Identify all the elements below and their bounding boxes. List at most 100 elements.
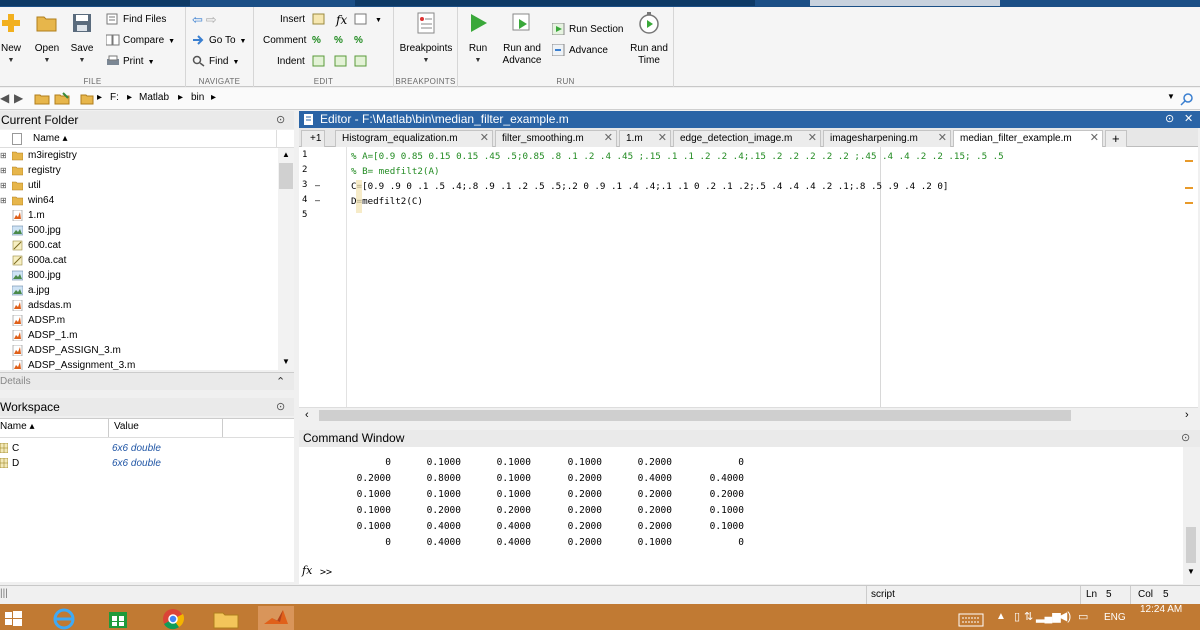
analyzer-marker[interactable] [1185, 187, 1193, 189]
tray-device-icon[interactable]: ▯ [1014, 610, 1020, 623]
clock-time[interactable]: 12:24 AM [1140, 604, 1182, 615]
notification-icon[interactable]: ▭ [1078, 610, 1088, 623]
touch-keyboard-icon[interactable] [958, 613, 984, 627]
new-tab-button[interactable]: + [1105, 130, 1127, 147]
horizontal-scroll-thumb[interactable] [319, 410, 1071, 421]
insert-section-icon[interactable] [312, 12, 329, 28]
chrome-icon[interactable] [155, 606, 191, 630]
file-list-item[interactable]: ADSP_Assignment_3.m [0, 358, 278, 370]
breakpoints-button[interactable]: Breakpoints ▼ [398, 11, 454, 67]
tab-close-icon[interactable]: ✕ [938, 131, 947, 146]
workspace-variable-row[interactable]: D 6x6 double [0, 456, 294, 471]
run-button[interactable]: Run ▼ [464, 11, 492, 67]
new-button[interactable]: New ▼ [0, 11, 24, 67]
file-list-item[interactable]: adsdas.m [0, 298, 278, 313]
insert-function-fx-icon[interactable]: fx [336, 12, 347, 28]
editor-actions-icon[interactable]: ⊙ [1165, 111, 1174, 128]
forward-icon[interactable]: ▶ [14, 91, 23, 105]
file-list-item[interactable]: 600a.cat [0, 253, 278, 268]
expand-icon[interactable]: ⊞ [0, 163, 7, 178]
tab-close-icon[interactable]: ✕ [480, 131, 489, 146]
print-button[interactable]: Print ▼ [106, 54, 155, 70]
advance-button[interactable]: Advance [552, 43, 608, 59]
language-indicator[interactable]: ENG [1104, 612, 1126, 623]
editor-close-icon[interactable]: ✕ [1184, 111, 1193, 128]
tab-list-button[interactable]: +1 [301, 130, 325, 147]
panel-actions-icon[interactable]: ⊙ [276, 398, 285, 416]
increase-indent-icon[interactable] [334, 54, 351, 70]
back-icon[interactable]: ◀ [0, 91, 9, 105]
wrap-comments-icon[interactable]: % [354, 33, 363, 49]
scroll-down-icon[interactable]: ▼ [1187, 567, 1195, 576]
run-and-advance-button[interactable]: Run and Advance [500, 11, 544, 67]
panel-actions-icon[interactable]: ⊙ [276, 111, 285, 129]
comment-button[interactable]: Comment [263, 33, 306, 49]
store-icon[interactable] [100, 606, 136, 630]
comment-percent-icon[interactable]: % [312, 33, 321, 49]
ws-name-column-header[interactable]: Name ▴ [0, 421, 34, 432]
file-list-item[interactable]: ADSP.m [0, 313, 278, 328]
expand-icon[interactable]: ⊞ [0, 193, 7, 208]
save-button[interactable]: Save ▼ [69, 11, 95, 67]
network-signal-icon[interactable]: ▂▄▆ [1036, 610, 1061, 623]
uncomment-percent-icon[interactable]: % [334, 33, 343, 49]
command-window-output[interactable]: 0 0.1000 0.1000 0.1000 0.2000 0 0.2000 0.8000 0.… [299, 447, 1183, 584]
find-files-button[interactable]: Find Files [106, 12, 166, 28]
back-forward-buttons[interactable]: ⇦ ⇨ [192, 12, 217, 28]
path-folder-matlab[interactable]: Matlab [139, 92, 169, 103]
search-folder-icon[interactable] [1180, 92, 1194, 106]
scroll-down-icon[interactable]: ▼ [282, 357, 290, 366]
file-list-item[interactable]: ADSP_ASSIGN_3.m [0, 343, 278, 358]
editor-tab[interactable]: median_filter_example.m ✕ [953, 130, 1103, 147]
file-list-item[interactable]: 800.jpg [0, 268, 278, 283]
line-number-gutter[interactable]: 1 2 3–4–5 [299, 147, 347, 407]
editor-tab[interactable]: edge_detection_image.m ✕ [673, 130, 821, 147]
file-list-item[interactable]: 600.cat [0, 238, 278, 253]
file-list-item[interactable]: ⊞ util [0, 178, 278, 193]
line-number[interactable]: 4 [302, 195, 307, 205]
ws-value-column-header[interactable]: Value [114, 421, 139, 432]
expand-icon[interactable]: ⊞ [0, 148, 7, 163]
file-list-item[interactable]: 500.jpg [0, 223, 278, 238]
matlab-taskbar-icon[interactable] [258, 606, 294, 630]
compare-button[interactable]: Compare ▼ [106, 33, 175, 49]
path-drive[interactable]: F: [110, 92, 119, 103]
file-list-item[interactable]: ADSP_1.m [0, 328, 278, 343]
file-list-item[interactable]: a.jpg [0, 283, 278, 298]
command-prompt[interactable]: >> [320, 567, 332, 578]
insert-template-icon[interactable]: ▼ [354, 12, 382, 28]
file-list-item[interactable]: 1.m [0, 208, 278, 223]
tab-close-icon[interactable]: ✕ [604, 131, 613, 146]
scroll-right-icon[interactable]: › [1185, 409, 1189, 421]
breakpoint-dash-marker[interactable]: – [315, 195, 320, 205]
analyzer-marker[interactable] [1185, 160, 1193, 162]
open-button[interactable]: Open ▼ [33, 11, 61, 67]
windows-start-icon[interactable] [0, 606, 36, 630]
go-to-button[interactable]: Go To ▼ [192, 33, 246, 49]
file-explorer-icon[interactable] [208, 606, 244, 630]
line-number[interactable]: 2 [302, 165, 307, 175]
indent-button[interactable]: Indent [277, 54, 305, 70]
run-and-time-button[interactable]: Run and Time [628, 11, 670, 67]
file-list-item[interactable]: ⊞ registry [0, 163, 278, 178]
vertical-scroll-thumb[interactable] [1186, 527, 1196, 563]
scroll-left-icon[interactable]: ‹ [305, 409, 309, 421]
forward-arrow-icon[interactable]: ⇨ [206, 12, 217, 27]
path-folder-bin[interactable]: bin [191, 92, 204, 103]
decrease-indent-icon[interactable] [354, 54, 371, 70]
smart-indent-icon[interactable] [312, 54, 329, 70]
command-window-scrollbar[interactable]: ▼ [1183, 447, 1200, 584]
function-browser-fx-icon[interactable]: fx [302, 564, 312, 577]
scroll-up-icon[interactable]: ▲ [282, 150, 290, 159]
panel-actions-icon[interactable]: ⊙ [1181, 430, 1190, 447]
line-number[interactable]: 5 [302, 210, 307, 220]
editor-tab[interactable]: imagesharpening.m ✕ [823, 130, 951, 147]
breakpoint-dash-marker[interactable]: – [315, 180, 320, 190]
name-column-header[interactable]: Name ▴ [33, 133, 67, 144]
workspace-variable-row[interactable]: C 6x6 double [0, 441, 294, 456]
collapse-chevron-icon[interactable]: ⌃ [276, 373, 285, 391]
tab-close-icon[interactable]: ✕ [808, 131, 817, 146]
back-arrow-icon[interactable]: ⇦ [192, 12, 203, 27]
editor-tab[interactable]: 1.m ✕ [619, 130, 671, 147]
up-folder-icon[interactable] [34, 92, 50, 105]
